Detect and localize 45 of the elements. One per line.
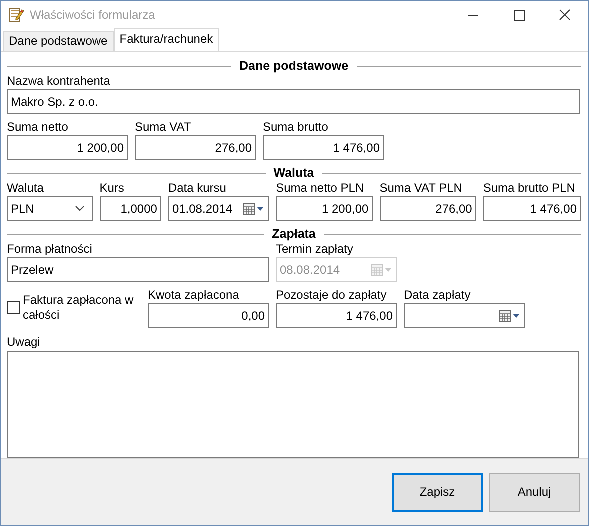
field-label: Suma netto PLN [276, 181, 366, 196]
input-field[interactable]: 1 476,00 [276, 303, 397, 328]
checkbox[interactable] [7, 301, 20, 314]
field-label: Suma brutto [263, 120, 330, 135]
checkbox-label: Faktura zapłacona w całości [23, 293, 135, 323]
field-label: Kurs [100, 181, 126, 196]
cancel-button[interactable]: Anuluj [489, 472, 580, 512]
input-field[interactable]: 1 476,00 [483, 196, 581, 221]
calendar-dropdown-icon[interactable] [499, 310, 521, 322]
input-field[interactable]: 276,00 [135, 135, 256, 160]
calendar-dropdown-icon[interactable] [243, 202, 266, 214]
input-field[interactable]: 0,00 [148, 303, 269, 328]
save-button[interactable]: Zapisz [392, 472, 483, 512]
field-label: Termin zapłaty [276, 242, 354, 257]
field-label: Suma VAT [135, 120, 192, 135]
date-picker[interactable] [404, 303, 525, 328]
section-heading: Dane podstawowe [239, 59, 349, 73]
field-label: Suma netto [7, 120, 70, 135]
tab[interactable]: Dane podstawowe [3, 31, 114, 51]
input-field[interactable]: 1 476,00 [263, 135, 384, 160]
section-heading: Waluta [274, 166, 314, 180]
input-field[interactable]: 1,0000 [100, 196, 162, 221]
field-label: Suma VAT PLN [380, 181, 464, 196]
input-field[interactable]: Przelew [7, 257, 269, 282]
field-label: Data kursu [168, 181, 228, 196]
input-field[interactable]: 1 200,00 [276, 196, 373, 221]
field-label: Waluta [7, 181, 45, 196]
dropdown[interactable]: PLN [7, 196, 93, 221]
input-field[interactable]: 276,00 [380, 196, 476, 221]
field-label: Uwagi [7, 335, 42, 350]
field-label: Suma brutto PLN [483, 181, 576, 196]
input-field[interactable]: Makro Sp. z o.o. [7, 89, 580, 114]
field-label: Forma płatności [7, 242, 94, 257]
field-label: Data zapłaty [404, 288, 472, 303]
window-title: Właściwości formularza [30, 8, 156, 22]
field-label: Nazwa kontrahenta [7, 74, 112, 89]
tab[interactable]: Faktura/rachunek [114, 28, 220, 51]
field-label: Pozostaje do zapłaty [276, 288, 388, 303]
notepad-icon [8, 7, 24, 23]
section-heading: Zapłata [272, 227, 316, 241]
field-label: Kwota zapłacona [148, 288, 240, 303]
chevron-icon [74, 206, 85, 212]
text-area[interactable] [7, 351, 579, 458]
input-field[interactable]: 1 200,00 [7, 135, 128, 160]
date-picker[interactable]: 01.08.2014 [168, 196, 270, 221]
